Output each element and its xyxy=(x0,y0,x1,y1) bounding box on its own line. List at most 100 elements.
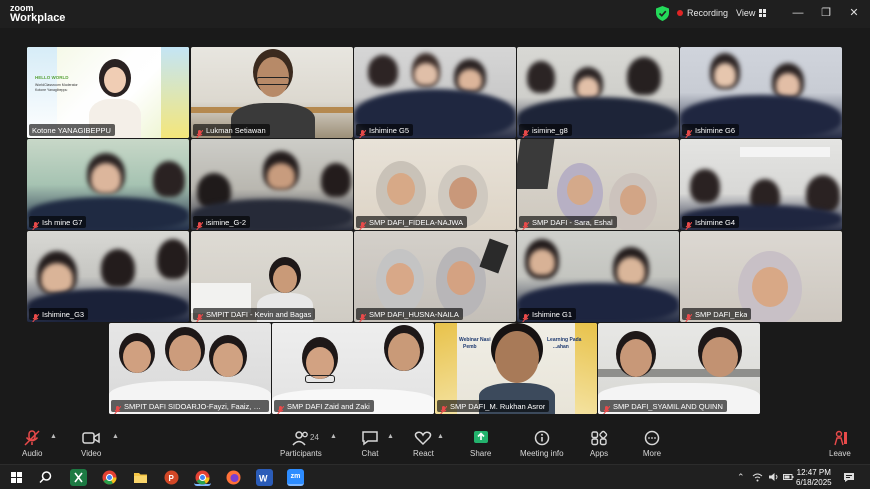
react-button[interactable]: React xyxy=(413,430,434,458)
slide-line2: Kotone Yanagibeppu xyxy=(35,88,68,92)
notification-icon[interactable] xyxy=(843,472,855,485)
muted-mic-icon xyxy=(195,310,204,322)
participant-name: SMP DAFI_HUSNA-NAILA xyxy=(369,309,459,319)
powerpoint-icon[interactable]: P xyxy=(163,469,180,486)
participant-name: Ishimine G4 xyxy=(695,217,736,227)
muted-mic-icon xyxy=(22,430,42,446)
more-button[interactable]: More xyxy=(642,430,662,458)
slide-line1: WorldClassroom Moderator xyxy=(35,83,78,87)
share-button[interactable]: Share xyxy=(470,430,491,458)
chat-bubble-icon xyxy=(360,430,380,446)
meeting-info-button[interactable]: Meeting info xyxy=(520,430,564,458)
taskbar-clock[interactable]: 12:47 PM 6/18/2025 xyxy=(796,468,832,488)
participant-name: SMPIT DAFI - Kevin and Bagas xyxy=(206,309,312,319)
video-tile[interactable]: SMP DAFI - Sara, Eshal xyxy=(517,139,679,230)
video-tile[interactable]: Ishimine G6 xyxy=(680,47,842,138)
apps-icon xyxy=(589,430,609,446)
video-options-chevron-icon[interactable]: ▲ xyxy=(112,433,119,440)
video-tile[interactable]: HELLO WORLD WorldClassroom Moderator Kot… xyxy=(27,47,189,138)
muted-mic-icon xyxy=(358,218,367,230)
search-icon[interactable] xyxy=(37,469,54,486)
word-icon[interactable]: W xyxy=(256,469,273,486)
participant-name: SMPIT DAFI SIDOARJO-Fayzi, Faaiz, He... xyxy=(124,401,265,411)
video-tile[interactable]: Webinar Nasi Learning Pada Pemb ...ahan … xyxy=(435,323,597,414)
restore-button[interactable]: ❐ xyxy=(818,6,834,20)
chat-button[interactable]: Chat xyxy=(360,430,380,458)
slide-webinar1: Webinar Nasi xyxy=(459,337,491,343)
recording-indicator[interactable]: Recording xyxy=(677,8,728,18)
view-button[interactable]: View xyxy=(736,8,767,18)
video-tile[interactable]: SMP DAFI_SYAMIL AND QUINN xyxy=(598,323,760,414)
chrome-profile-icon[interactable] xyxy=(194,469,211,486)
muted-mic-icon xyxy=(276,402,285,414)
video-tile[interactable]: Lukman Setiawan xyxy=(191,47,353,138)
video-tile[interactable]: SMPIT DAFI - Kevin and Bagas xyxy=(191,231,353,322)
audio-options-chevron-icon[interactable]: ▲ xyxy=(50,433,57,440)
participant-nametag: Ishimine G4 xyxy=(682,216,740,230)
react-options-chevron-icon[interactable]: ▲ xyxy=(437,433,444,440)
video-label: Video xyxy=(81,449,102,458)
heart-icon xyxy=(413,430,433,446)
participant-nametag: SMP DAFI_Eka xyxy=(682,308,752,322)
participant-name: Lukman Setiawan xyxy=(206,125,266,135)
participant-nametag: SMP DAFI_SYAMIL AND QUINN xyxy=(600,400,727,414)
firefox-icon[interactable] xyxy=(225,469,242,486)
video-tile[interactable]: SMP DAFI_FIDELA-NAJWA xyxy=(354,139,516,230)
muted-mic-icon xyxy=(521,126,530,138)
audio-button[interactable]: Audio xyxy=(22,430,42,458)
participant-nametag: SMPIT DAFI - Kevin and Bagas xyxy=(193,308,316,322)
participant-nametag: Lukman Setiawan xyxy=(193,124,270,138)
participant-nametag: SMP DAFI_M. Rukhan Asror xyxy=(437,400,550,414)
video-tile[interactable]: SMPIT DAFI SIDOARJO-Fayzi, Faaiz, He... xyxy=(109,323,271,414)
video-tile[interactable]: Ishimine G4 xyxy=(680,139,842,230)
slide-webinar4: ...ahan xyxy=(553,344,569,350)
close-button[interactable]: ✕ xyxy=(846,6,862,20)
video-tile[interactable]: SMP DAFI Zaid and Zaki xyxy=(272,323,434,414)
video-tile[interactable]: isimine_G-2 xyxy=(191,139,353,230)
participant-nametag: isimine_G-2 xyxy=(193,216,251,230)
react-label: React xyxy=(413,449,434,458)
participant-name: Ishimine_G3 xyxy=(42,309,85,319)
battery-icon[interactable] xyxy=(783,472,794,484)
video-tile[interactable]: SMP DAFI_Eka xyxy=(680,231,842,322)
share-label: Share xyxy=(470,449,492,458)
participant-nametag: SMPIT DAFI SIDOARJO-Fayzi, Faaiz, He... xyxy=(111,400,269,414)
video-tile[interactable]: Ish mine G7 xyxy=(27,139,189,230)
windows-start-icon[interactable] xyxy=(8,469,25,486)
excel-icon[interactable] xyxy=(70,469,87,486)
svg-text:W: W xyxy=(259,474,268,484)
minimize-button[interactable]: — xyxy=(790,6,806,20)
participant-name: SMP DAFI_SYAMIL AND QUINN xyxy=(613,401,723,411)
zoom-app-icon[interactable]: zm xyxy=(287,469,304,486)
participant-name: Ishimine G6 xyxy=(695,125,736,135)
slide-webinar3: Pemb xyxy=(463,344,477,350)
muted-mic-icon xyxy=(521,310,530,322)
muted-mic-icon xyxy=(113,402,122,414)
participant-nametag: Ish mine G7 xyxy=(29,216,87,230)
more-dots-icon xyxy=(642,430,662,446)
leave-icon xyxy=(830,430,850,446)
chat-options-chevron-icon[interactable]: ▲ xyxy=(387,433,394,440)
participant-name: Ish mine G7 xyxy=(42,217,83,227)
volume-icon[interactable] xyxy=(768,472,779,484)
video-button[interactable]: Video xyxy=(81,430,101,458)
video-tile[interactable]: Ishimine G5 xyxy=(354,47,516,138)
muted-mic-icon xyxy=(31,218,40,230)
participant-nametag: SMP DAFI - Sara, Eshal xyxy=(519,216,617,230)
muted-mic-icon xyxy=(602,402,611,414)
video-tile[interactable]: Ishimine_G3 xyxy=(27,231,189,322)
video-tile[interactable]: isimine_g8 xyxy=(517,47,679,138)
video-tile[interactable]: SMP DAFI_HUSNA-NAILA xyxy=(354,231,516,322)
chrome-icon[interactable] xyxy=(101,469,118,486)
participants-icon xyxy=(291,430,311,446)
apps-button[interactable]: Apps xyxy=(589,430,609,458)
security-shield-icon[interactable] xyxy=(656,6,669,21)
participant-nametag: SMP DAFI_FIDELA-NAJWA xyxy=(356,216,468,230)
network-icon[interactable] xyxy=(752,472,763,484)
participants-options-chevron-icon[interactable]: ▲ xyxy=(330,433,337,440)
file-explorer-icon[interactable] xyxy=(132,469,149,486)
leave-button[interactable]: Leave xyxy=(829,430,851,458)
tray-chevron-up-icon[interactable]: ⌃ xyxy=(737,472,745,483)
video-tile[interactable]: Ishimine G1 xyxy=(517,231,679,322)
participant-count: 24 xyxy=(310,433,319,442)
